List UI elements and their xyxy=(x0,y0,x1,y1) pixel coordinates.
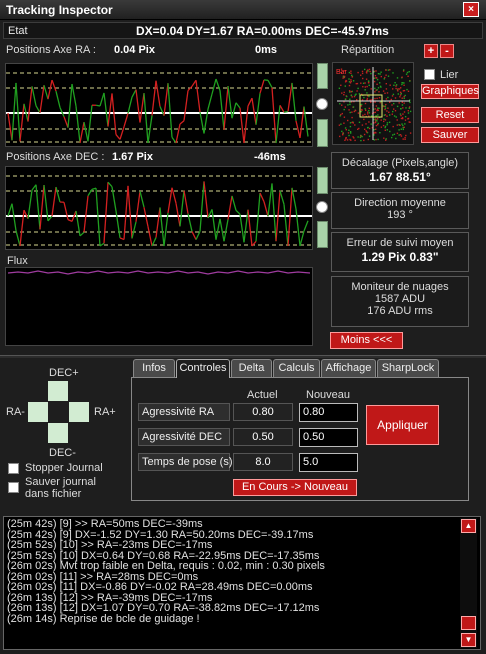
temps-pose-actuel: 8.0 xyxy=(233,453,293,471)
tab-calculs[interactable]: Calculs xyxy=(273,359,320,377)
decalage-label: Décalage (Pixels,angle) xyxy=(341,157,459,169)
temps-pose-label: Temps de pose (s) xyxy=(138,453,232,471)
ra-plot-canvas xyxy=(6,72,312,144)
scroll-thumb[interactable] xyxy=(461,616,476,630)
direction-value: 193 ° xyxy=(387,209,413,221)
dec-minus-label: DEC- xyxy=(49,447,76,459)
agressivite-dec-input[interactable]: 0.50 xyxy=(299,428,358,447)
dec-lower-bar xyxy=(317,221,328,248)
stopper-journal-label: Stopper Journal xyxy=(25,462,103,474)
log-line: (26m 13s) [12] DX=1.07 DY=0.70 RA=-38.82… xyxy=(7,602,320,614)
direction-label: Direction moyenne xyxy=(354,197,446,209)
scatter-plot: Bar xyxy=(332,62,414,145)
ra-plot xyxy=(5,63,313,147)
tab-sharplock[interactable]: SharpLock xyxy=(377,359,439,377)
dec-plot-title: Positions Axe DEC : xyxy=(6,151,105,163)
agressivite-dec-actuel: 0.50 xyxy=(233,428,293,446)
ra-plot-title: Positions Axe RA : xyxy=(6,44,96,56)
moniteur-label: Moniteur de nuages xyxy=(351,281,449,293)
log-area[interactable]: (25m 42s) [9] >> RA=50ms DEC=-39ms (25m … xyxy=(3,516,481,650)
temps-pose-input[interactable]: 5.0 xyxy=(299,453,358,472)
dec-minus-button[interactable] xyxy=(48,423,68,443)
log-line: (26m 02s) Mvt trop faible en Delta, requ… xyxy=(7,560,325,572)
flux-plot xyxy=(5,267,313,346)
erreur-box: Erreur de suivi moyen 1.29 Pix 0.83" xyxy=(331,232,469,272)
moniteur-rms: 176 ADU rms xyxy=(367,305,433,317)
dpad-center xyxy=(48,402,68,422)
dec-upper-bar xyxy=(317,167,328,194)
tab-affichage[interactable]: Affichage xyxy=(321,359,376,377)
stopper-journal-checkbox[interactable] xyxy=(8,463,19,474)
ra-plot-time: 0ms xyxy=(255,44,278,56)
graphiques-button[interactable]: Graphiques xyxy=(421,84,479,99)
flux-plot-canvas xyxy=(7,270,311,275)
svg-text:Bar: Bar xyxy=(336,69,348,76)
close-button[interactable]: × xyxy=(463,2,479,17)
direction-box: Direction moyenne 193 ° xyxy=(331,192,469,229)
agressivite-ra-label: Agressivité RA xyxy=(138,403,230,421)
ra-plus-label: RA+ xyxy=(94,406,116,418)
moniteur-adu: 1587 ADU xyxy=(374,293,426,305)
ra-radio[interactable] xyxy=(316,98,328,110)
log-line: (26m 14s) Reprise de bcle de guidage ! xyxy=(7,612,200,625)
dec-plot-time: -46ms xyxy=(254,151,286,163)
ra-upper-bar xyxy=(317,63,328,89)
title-bar: Tracking Inspector × xyxy=(0,0,486,20)
moniteur-box: Moniteur de nuages 1587 ADU 176 ADU rms xyxy=(331,276,469,327)
dec-plus-button[interactable] xyxy=(48,381,68,401)
agressivite-dec-label: Agressivité DEC xyxy=(138,428,230,446)
erreur-value: 1.29 Pix 0.83" xyxy=(361,250,439,264)
tab-infos[interactable]: Infos xyxy=(133,359,175,377)
decalage-box: Décalage (Pixels,angle) 1.67 88.51° xyxy=(331,152,469,189)
reset-button[interactable]: Reset xyxy=(421,107,479,123)
sauver-button[interactable]: Sauver xyxy=(421,127,479,143)
zoom-out-button[interactable]: - xyxy=(440,44,454,58)
flux-title: Flux xyxy=(7,255,28,267)
ra-minus-button[interactable] xyxy=(28,402,48,422)
col-nouveau-header: Nouveau xyxy=(306,389,351,401)
erreur-label: Erreur de suivi moyen xyxy=(346,237,454,249)
moins-button[interactable]: Moins <<< xyxy=(330,332,403,349)
decalage-value: 1.67 88.51° xyxy=(369,170,431,184)
scroll-up-arrow-icon[interactable]: ▲ xyxy=(461,519,476,533)
lier-label: Lier xyxy=(440,69,459,81)
tab-controles[interactable]: Controles xyxy=(176,359,230,378)
status-text: DX=0.04 DY=1.67 RA=0.00ms DEC=-45.97ms xyxy=(136,24,389,38)
appliquer-button[interactable]: Appliquer xyxy=(366,405,439,445)
lier-checkbox[interactable] xyxy=(424,69,435,80)
ra-plot-value: 0.04 Pix xyxy=(114,44,155,56)
log-line: (26m 02s) [11] DX=-0.86 DY=-0.02 RA=28.4… xyxy=(7,581,313,593)
log-scrollbar[interactable]: ▲ ▼ xyxy=(460,518,477,648)
dec-plot-canvas xyxy=(6,175,312,247)
log-line: (25m 52s) [10] >> RA=-23ms DEC=-17ms xyxy=(7,539,213,551)
agressivite-ra-input[interactable]: 0.80 xyxy=(299,403,358,422)
ra-lower-bar xyxy=(317,119,328,147)
dec-plot-value: 1.67 Pix xyxy=(112,151,153,163)
repartition-title: Répartition xyxy=(341,44,395,56)
log-line: (25m 42s) [9] >> RA=50ms DEC=-39ms xyxy=(7,518,203,530)
status-label: Etat xyxy=(8,25,28,37)
col-actuel-header: Actuel xyxy=(247,389,278,401)
zoom-in-button[interactable]: + xyxy=(424,44,438,58)
section-divider xyxy=(0,355,486,358)
ra-minus-label: RA- xyxy=(6,406,25,418)
dec-plus-label: DEC+ xyxy=(49,367,79,379)
sauver-journal-label-2: dans fichier xyxy=(25,488,82,500)
sauver-journal-label-1: Sauver journal xyxy=(25,476,96,488)
agressivite-ra-actuel: 0.80 xyxy=(233,403,293,421)
sauver-journal-checkbox[interactable] xyxy=(8,482,19,493)
scroll-down-arrow-icon[interactable]: ▼ xyxy=(461,633,476,647)
en-cours-nouveau-button[interactable]: En Cours -> Nouveau xyxy=(233,479,357,496)
window-title: Tracking Inspector xyxy=(6,3,113,17)
scatter-canvas: Bar xyxy=(336,67,412,142)
tab-delta[interactable]: Delta xyxy=(231,359,272,377)
dec-radio[interactable] xyxy=(316,201,328,213)
status-bar: Etat DX=0.04 DY=1.67 RA=0.00ms DEC=-45.9… xyxy=(3,22,483,39)
dec-plot xyxy=(5,166,313,250)
ra-plus-button[interactable] xyxy=(69,402,89,422)
